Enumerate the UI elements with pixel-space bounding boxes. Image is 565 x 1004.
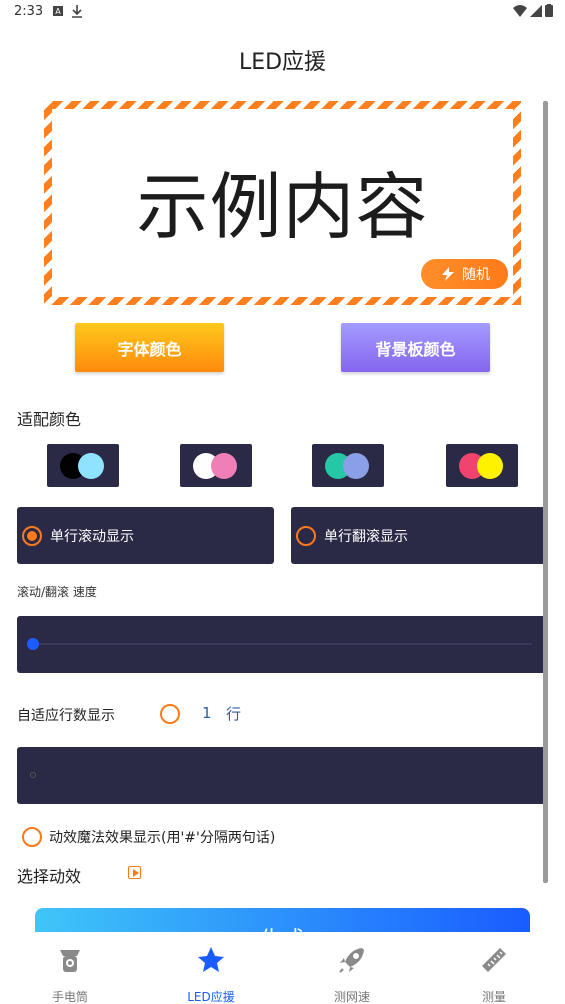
swatch-dot [343, 453, 369, 479]
nav-item-flashlight[interactable]: 手电筒 [20, 942, 120, 1004]
mode-radio-flip[interactable] [296, 525, 316, 546]
status-bar: 2:33 A [0, 0, 565, 26]
mode-single-flip[interactable]: 单行翻滚显示 [291, 507, 548, 564]
led-preview-inner: 示例内容 随机 [52, 109, 513, 297]
nav-item-measure[interactable]: 测量 [444, 942, 544, 1004]
magic-effect-radio[interactable] [22, 827, 42, 847]
background-color-button[interactable]: 背景板颜色 [341, 323, 490, 372]
ruler-icon [482, 948, 506, 972]
choose-effect-row[interactable]: 选择动效 [17, 862, 217, 886]
led-preview: 示例内容 随机 [44, 101, 521, 305]
rows-slider-thumb[interactable] [30, 772, 36, 778]
notification-a-icon: A [53, 6, 63, 16]
random-button-label: 随机 [462, 267, 490, 283]
swatch-dot [477, 453, 503, 479]
rows-count: 1 [202, 704, 212, 722]
mode-single-scroll[interactable]: 单行滚动显示 [17, 507, 274, 564]
magic-effect-row[interactable]: 动效魔法效果显示(用'#'分隔两句话) [22, 827, 275, 847]
adaptive-rows-radio[interactable] [160, 704, 180, 724]
mode-radio-scroll[interactable] [22, 525, 42, 546]
nav-item-led[interactable]: LED应援 [161, 942, 261, 1004]
status-right [513, 4, 553, 17]
mode-label: 单行滚动显示 [50, 528, 134, 545]
adaptive-rows-row: 自适应行数显示 1 行 [17, 701, 417, 727]
speed-slider-thumb[interactable] [27, 638, 39, 650]
rocket-icon [339, 948, 364, 973]
preview-text: 示例内容 [136, 165, 429, 249]
nav-label: 手电筒 [51, 990, 88, 1004]
speed-label: 滚动/翻滚 速度 [17, 585, 97, 599]
choose-effect-label: 选择动效 [17, 867, 82, 886]
nav-item-speedtest[interactable]: 测网速 [302, 942, 402, 1004]
play-icon[interactable] [128, 866, 141, 879]
adaptive-color-label: 适配颜色 [17, 410, 82, 429]
color-swatch-2[interactable] [180, 444, 252, 487]
svg-text:A: A [55, 7, 61, 16]
color-swatch-4[interactable] [446, 444, 518, 487]
magic-effect-label: 动效魔法效果显示(用'#'分隔两句话) [49, 830, 276, 846]
nav-label: 测量 [481, 990, 506, 1004]
swatch-dot [211, 453, 237, 479]
wifi-icon [513, 4, 527, 17]
scrollbar[interactable] [543, 101, 548, 883]
bottom-nav: 手电筒 LED应援 测网速 测量 [0, 932, 565, 1004]
refresh-icon [442, 267, 454, 281]
color-swatch-1[interactable] [47, 444, 119, 487]
download-icon [72, 5, 82, 18]
status-time: 2:33 [14, 4, 44, 19]
speed-slider-panel [17, 616, 548, 673]
speed-slider-track[interactable] [33, 643, 532, 645]
mode-label: 单行翻滚显示 [324, 528, 408, 545]
font-color-button[interactable]: 字体颜色 [75, 323, 224, 372]
swatch-dot [78, 453, 104, 479]
battery-icon [545, 4, 553, 17]
color-swatch-3[interactable] [312, 444, 384, 487]
flashlight-icon [60, 950, 80, 972]
rows-unit: 行 [226, 705, 242, 723]
signal-icon [530, 4, 542, 17]
page-title: LED应援 [238, 50, 327, 75]
rows-slider-panel [17, 747, 548, 804]
adaptive-rows-label: 自适应行数显示 [17, 708, 115, 724]
random-button[interactable]: 随机 [421, 259, 508, 289]
nav-label: LED应援 [187, 990, 235, 1004]
star-icon [198, 947, 224, 972]
nav-label: 测网速 [333, 990, 370, 1004]
